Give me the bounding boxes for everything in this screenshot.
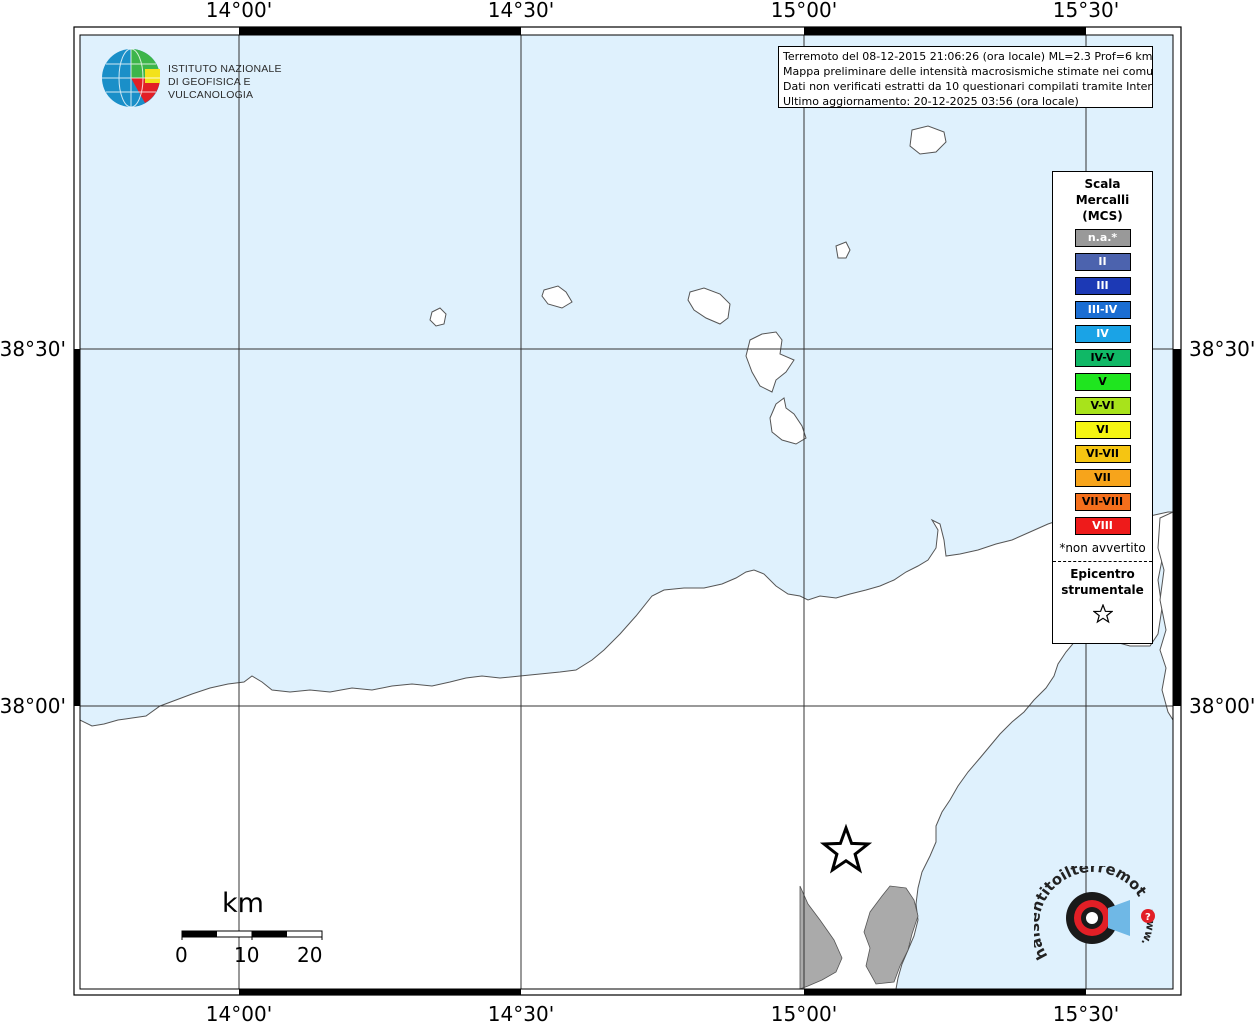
lat-tick-left-1: 38°30'	[0, 337, 66, 361]
frame-bar-right	[1173, 349, 1181, 706]
legend-epicenter-line-1: Epicentro	[1070, 567, 1135, 581]
frame-bar-bottom-2	[804, 989, 1086, 995]
scale-label-0: 0	[175, 943, 188, 967]
info-line-2: Mappa preliminare delle intensità macros…	[783, 65, 1153, 78]
ingv-logo: ISTITUTO NAZIONALE DI GEOFISICA E VULCAN…	[100, 47, 330, 111]
lon-tick-top-1: 14°00'	[206, 0, 272, 22]
legend-separator	[1053, 561, 1152, 562]
lat-tick-right-2: 38°00'	[1189, 694, 1255, 718]
lon-tick-top-3: 15°00'	[771, 0, 837, 22]
lon-tick-bottom-1: 14°00'	[206, 1002, 272, 1024]
legend-epicenter-line-2: strumentale	[1061, 583, 1144, 597]
info-line-4: Ultimo aggiornamento: 20-12-2025 03:56 (…	[783, 95, 1079, 108]
legend-note: *non avvertito	[1059, 541, 1146, 555]
scale-bar: km 0 10 20	[170, 888, 330, 968]
lat-tick-left-2: 38°00'	[0, 694, 66, 718]
legend-item-2: III	[1074, 277, 1131, 295]
lon-tick-top-2: 14°30'	[488, 0, 554, 22]
lat-tick-right-1: 38°30'	[1189, 337, 1255, 361]
legend-item-7: V-VI	[1074, 397, 1131, 415]
mcs-legend: Scala Mercalli (MCS) n.a.* II III III-IV IV I…	[1052, 171, 1153, 644]
logo-line-1: ISTITUTO NAZIONALE	[168, 63, 282, 75]
legend-epicenter-star-icon	[1091, 603, 1114, 624]
legend-epicenter-label: Epicentro strumentale	[1053, 566, 1152, 598]
legend-title-line-2: Mercalli	[1075, 193, 1130, 207]
legend-item-6: V	[1074, 373, 1131, 391]
globe-icon	[102, 48, 160, 108]
lon-tick-bottom-4: 15°30'	[1053, 1002, 1119, 1024]
legend-item-8: VI	[1074, 421, 1131, 439]
logo-line-2: DI GEOFISICA E VULCANOLOGIA	[168, 76, 254, 101]
legend-item-1: II	[1074, 253, 1131, 271]
lon-tick-bottom-3: 15°00'	[771, 1002, 837, 1024]
frame-bar-top-1	[239, 27, 521, 35]
scale-label-20: 20	[297, 943, 323, 967]
lon-tick-top-4: 15°30'	[1053, 0, 1119, 22]
haisentito-logo-graphic: haisentitoilterremoto.it www. ?	[1025, 852, 1157, 963]
legend-title-line-3: (MCS)	[1082, 209, 1123, 223]
event-info-box: Terremoto del 08-12-2015 21:06:26 (ora l…	[778, 46, 1153, 108]
legend-title: Scala Mercalli (MCS)	[1053, 176, 1152, 224]
legend-item-3: III-IV	[1074, 301, 1131, 319]
lon-tick-bottom-2: 14°30'	[488, 1002, 554, 1024]
svg-text:?: ?	[1145, 912, 1151, 923]
legend-item-5: IV-V	[1074, 349, 1131, 367]
legend-item-11: VII-VIII	[1074, 493, 1131, 511]
legend-title-line-1: Scala	[1084, 177, 1121, 191]
info-line-3: Dati non verificati estratti da 10 quest…	[783, 80, 1153, 93]
legend-star-icon	[1053, 603, 1152, 628]
legend-item-10: VII	[1074, 469, 1131, 487]
info-line-1: Terremoto del 08-12-2015 21:06:26 (ora l…	[783, 50, 1153, 63]
legend-item-9: VI-VII	[1074, 445, 1131, 463]
scale-unit: km	[222, 888, 264, 919]
frame-bar-bottom-1	[239, 989, 521, 995]
legend-items: n.a.* II III III-IV IV IV-V V V-VI VI VI-VII VII VI…	[1053, 229, 1152, 535]
frame-bar-top-2	[804, 27, 1086, 35]
scale-label-10: 10	[234, 943, 260, 967]
legend-item-0: n.a.*	[1074, 229, 1131, 247]
legend-item-12: VIII	[1074, 517, 1131, 535]
frame-bar-left	[74, 349, 80, 706]
legend-item-4: IV	[1074, 325, 1131, 343]
haisentito-logo[interactable]: haisentitoilterremoto.it www. ?	[1025, 852, 1159, 974]
